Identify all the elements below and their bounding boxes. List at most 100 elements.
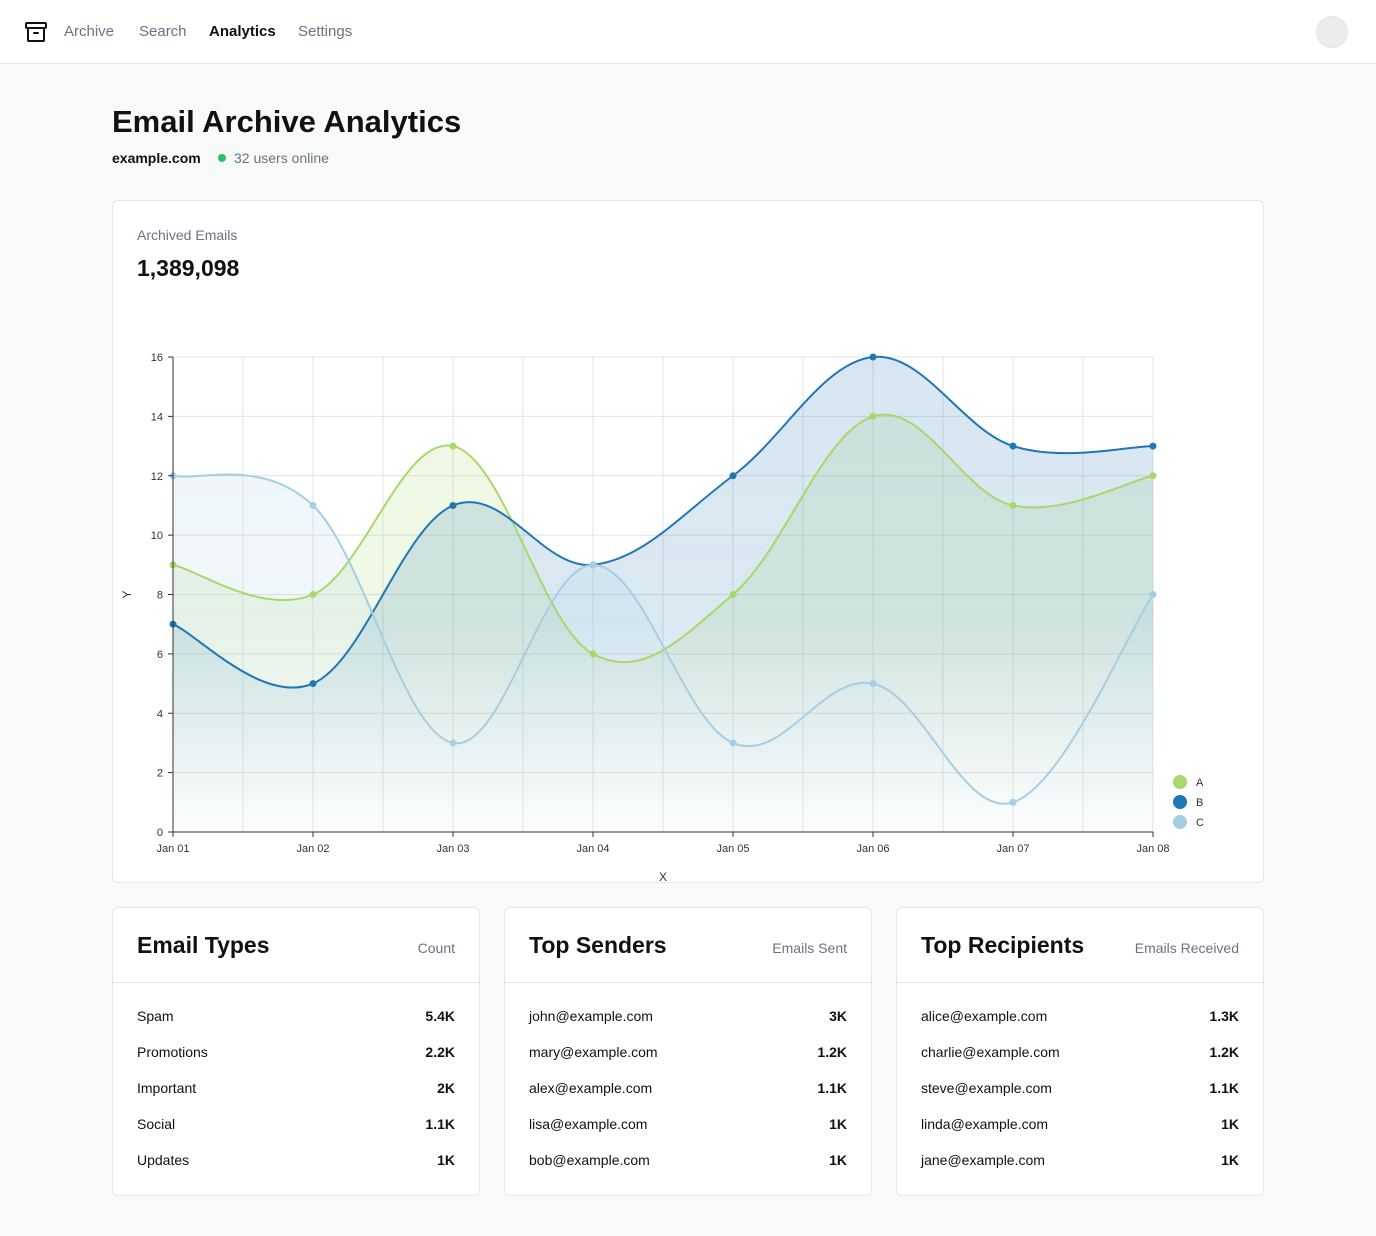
- table-rows: Spam 5.4K Promotions 2.2K Important 2K Soci…: [137, 1006, 455, 1186]
- data-point-a: [1149, 472, 1157, 480]
- row-value: 2.2K: [425, 1044, 455, 1060]
- y-tick-label: 10: [151, 530, 163, 542]
- archive-icon[interactable]: [24, 20, 48, 44]
- table-row[interactable]: charlie@example.com 1.2K: [921, 1042, 1239, 1078]
- y-tick-label: 8: [157, 590, 163, 602]
- page-title: Email Archive Analytics: [112, 104, 462, 139]
- row-value: 1.1K: [1209, 1080, 1239, 1096]
- top-recipients-card: Top Recipients Emails Received alice@exa…: [896, 907, 1264, 1196]
- data-point-a: [1009, 501, 1017, 509]
- data-point-c: [729, 739, 737, 747]
- legend-label-a: A: [1196, 777, 1204, 789]
- x-tick-label: Jan 07: [996, 843, 1029, 855]
- table-row[interactable]: john@example.com 3K: [529, 1006, 847, 1042]
- row-label: charlie@example.com: [921, 1044, 1060, 1060]
- table-row[interactable]: Spam 5.4K: [137, 1006, 455, 1042]
- row-label: bob@example.com: [529, 1152, 650, 1168]
- row-label: john@example.com: [529, 1008, 653, 1024]
- row-value: 1.3K: [1209, 1008, 1239, 1024]
- table-row[interactable]: alex@example.com 1.1K: [529, 1078, 847, 1114]
- nav-link-settings[interactable]: Settings: [298, 22, 352, 42]
- data-point-b: [1149, 442, 1157, 450]
- legend-swatch-b: [1173, 795, 1187, 809]
- archived-emails-card: Archived Emails 1,389,098 0 2 4 6 8 10 12 14 16 J…: [112, 200, 1264, 883]
- row-value: 1.2K: [1209, 1044, 1239, 1060]
- y-axis-title: Y: [120, 590, 134, 598]
- data-point-c: [589, 561, 597, 569]
- table-rows: john@example.com 3K mary@example.com 1.2K …: [529, 1006, 847, 1186]
- row-value: 3K: [829, 1008, 847, 1024]
- data-point-c: [869, 680, 877, 688]
- y-tick-label: 14: [151, 411, 163, 423]
- table-row[interactable]: mary@example.com 1.2K: [529, 1042, 847, 1078]
- table-row[interactable]: Social 1.1K: [137, 1114, 455, 1150]
- table-title: Top Recipients: [921, 932, 1085, 958]
- y-tick-label: 2: [157, 768, 163, 780]
- archived-emails-chart: 0 2 4 6 8 10 12 14 16 Jan 01 Jan 02 Jan 03 Jan 04 Jan…: [120, 352, 1204, 882]
- legend-swatch-a: [1173, 775, 1187, 789]
- table-row[interactable]: alice@example.com 1.3K: [921, 1006, 1239, 1042]
- online-status-dot: [218, 154, 226, 162]
- table-row[interactable]: lisa@example.com 1K: [529, 1114, 847, 1150]
- domain-label: example.com: [112, 150, 201, 166]
- table-header: Top Recipients Emails Received: [897, 908, 1263, 983]
- data-point-a: [589, 650, 597, 658]
- data-point-a: [729, 591, 737, 598]
- x-tick-label: Jan 02: [296, 843, 329, 855]
- table-row[interactable]: bob@example.com 1K: [529, 1150, 847, 1186]
- data-point-c: [1149, 591, 1157, 598]
- data-point-c: [309, 501, 317, 509]
- x-tick-label: Jan 01: [156, 843, 189, 855]
- data-point-a: [869, 412, 877, 420]
- row-value: 1K: [437, 1152, 455, 1168]
- data-point-b: [869, 353, 877, 361]
- row-label: mary@example.com: [529, 1044, 658, 1060]
- row-value: 2K: [437, 1080, 455, 1096]
- table-title: Top Senders: [529, 932, 667, 958]
- row-value: 1.2K: [817, 1044, 847, 1060]
- table-row[interactable]: steve@example.com 1.1K: [921, 1078, 1239, 1114]
- data-point-b: [729, 472, 737, 480]
- legend-label-c: C: [1196, 817, 1204, 829]
- table-row[interactable]: Promotions 2.2K: [137, 1042, 455, 1078]
- legend-swatch-c: [1173, 815, 1187, 829]
- data-point-a: [449, 442, 457, 450]
- avatar[interactable]: [1316, 16, 1348, 48]
- y-tick-label: 0: [157, 827, 163, 839]
- table-column-label: Emails Sent: [772, 940, 847, 956]
- row-label: Social: [137, 1116, 176, 1132]
- y-tick-label: 4: [157, 708, 163, 720]
- email-types-card: Email Types Count Spam 5.4K Promotions 2.2…: [112, 907, 480, 1196]
- table-header: Top Senders Emails Sent: [505, 908, 871, 983]
- top-nav: Archive Search Analytics Settings: [0, 0, 1376, 64]
- data-point-b: [309, 680, 317, 688]
- nav-link-analytics[interactable]: Analytics: [209, 22, 276, 42]
- x-tick-label: Jan 03: [436, 843, 469, 855]
- row-value: 1.1K: [817, 1080, 847, 1096]
- data-point-c: [449, 739, 457, 747]
- table-row[interactable]: jane@example.com 1K: [921, 1150, 1239, 1186]
- nav-link-search[interactable]: Search: [139, 22, 187, 42]
- row-value: 1K: [829, 1116, 847, 1132]
- row-label: linda@example.com: [921, 1116, 1049, 1132]
- table-column-label: Emails Received: [1134, 940, 1239, 956]
- online-users-label: 32 users online: [234, 150, 329, 166]
- row-label: jane@example.com: [921, 1152, 1045, 1168]
- row-label: alex@example.com: [529, 1080, 653, 1096]
- row-label: steve@example.com: [921, 1080, 1052, 1096]
- top-senders-card: Top Senders Emails Sent john@example.com…: [504, 907, 872, 1196]
- table-row[interactable]: Important 2K: [137, 1078, 455, 1114]
- row-value: 1K: [1221, 1152, 1239, 1168]
- row-value: 1.1K: [425, 1116, 455, 1132]
- row-label: Spam: [137, 1008, 174, 1024]
- table-row[interactable]: Updates 1K: [137, 1150, 455, 1186]
- table-column-label: Count: [417, 940, 455, 956]
- row-label: Promotions: [137, 1044, 208, 1060]
- data-point-a: [309, 591, 317, 598]
- row-value: 1K: [1221, 1116, 1239, 1132]
- table-header: Email Types Count: [113, 908, 479, 983]
- x-axis-title: X: [659, 870, 667, 882]
- table-row[interactable]: linda@example.com 1K: [921, 1114, 1239, 1150]
- nav-link-archive[interactable]: Archive: [64, 22, 114, 42]
- x-tick-label: Jan 04: [576, 843, 609, 855]
